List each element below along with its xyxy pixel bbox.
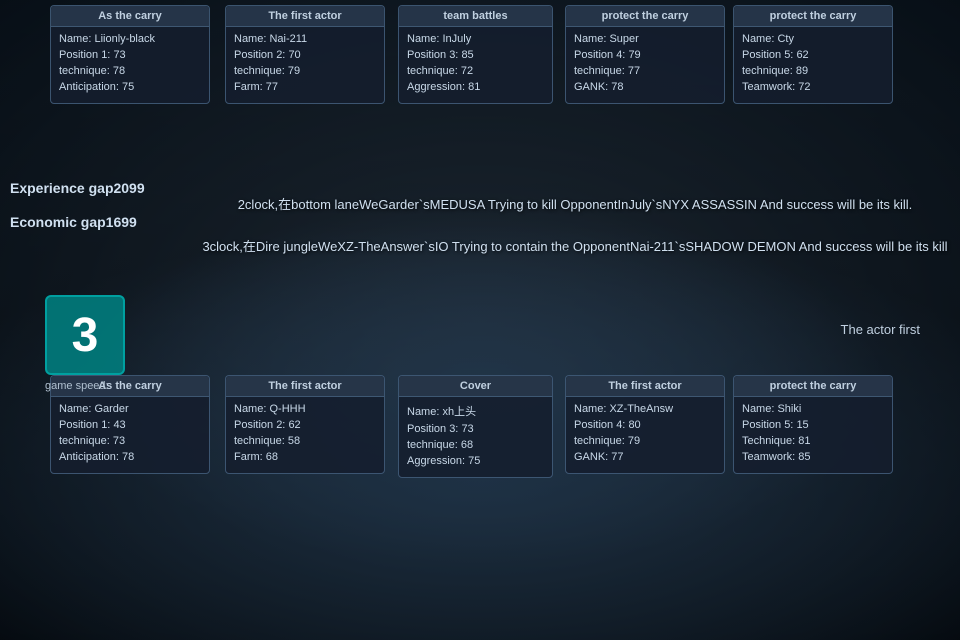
top-card-1-extra: Anticipation: 75 xyxy=(59,81,201,93)
bot-card-3-extra: Aggression: 75 xyxy=(407,455,544,467)
top-card-2-header: The first actor xyxy=(226,6,384,27)
bot-card-4-extra: GANK: 77 xyxy=(574,451,716,463)
top-card-2-extra: Farm: 77 xyxy=(234,81,376,93)
bot-card-5-header: protect the carry xyxy=(734,376,892,397)
top-card-4-extra: GANK: 78 xyxy=(574,81,716,93)
top-card-2-name: Name: Nai-211 xyxy=(234,33,376,45)
bot-card-2-pos: Position 2: 62 xyxy=(234,419,376,431)
top-card-5: protect the carry Name: Cty Position 5: … xyxy=(733,5,893,104)
bot-card-4-header: The first actor xyxy=(566,376,724,397)
top-card-4: protect the carry Name: Super Position 4… xyxy=(565,5,725,104)
bot-card-2-tech: technique: 58 xyxy=(234,435,376,447)
top-card-2-body: Name: Nai-211 Position 2: 70 technique: … xyxy=(226,27,384,103)
top-card-5-pos: Position 5: 62 xyxy=(742,49,884,61)
top-card-2: The first actor Name: Nai-211 Position 2… xyxy=(225,5,385,104)
bot-card-5-tech: Technique: 81 xyxy=(742,435,884,447)
speed-number: 3 xyxy=(72,308,99,363)
top-card-4-pos: Position 4: 79 xyxy=(574,49,716,61)
center-line1: 2clock,在bottom laneWeGarder`sMEDUSA Tryi… xyxy=(200,195,950,216)
top-card-3: team battles Name: InJuly Position 3: 85… xyxy=(398,5,553,104)
actor-first-text: The actor first xyxy=(841,320,920,340)
top-card-1-header: As the carry xyxy=(51,6,209,27)
bot-card-5: protect the carry Name: Shiki Position 5… xyxy=(733,375,893,474)
bot-card-4-body: Name: XZ-TheAnsw Position 4: 80 techniqu… xyxy=(566,397,724,473)
top-card-1: As the carry Name: Liionly-black Positio… xyxy=(50,5,210,104)
top-card-3-body: Name: InJuly Position 3: 85 technique: 7… xyxy=(399,27,552,103)
bot-card-5-body: Name: Shiki Position 5: 15 Technique: 81… xyxy=(734,397,892,473)
speed-label: game speed: xyxy=(45,380,109,392)
bot-card-1-body: Name: Garder Position 1: 43 technique: 7… xyxy=(51,397,209,473)
top-card-2-tech: technique: 79 xyxy=(234,65,376,77)
bot-card-5-name: Name: Shiki xyxy=(742,403,884,415)
bot-card-1-tech: technique: 73 xyxy=(59,435,201,447)
top-card-3-name: Name: InJuly xyxy=(407,33,544,45)
economic-gap: Economic gap1699 xyxy=(10,214,145,230)
bot-card-1-extra: Anticipation: 78 xyxy=(59,451,201,463)
bot-card-3-header: Cover xyxy=(399,376,552,397)
top-card-4-body: Name: Super Position 4: 79 technique: 77… xyxy=(566,27,724,103)
bot-card-2-header: The first actor xyxy=(226,376,384,397)
top-card-2-pos: Position 2: 70 xyxy=(234,49,376,61)
speed-box: 3 xyxy=(45,295,125,375)
bot-card-3-pos: Position 3: 73 xyxy=(407,423,544,435)
center-line2: 3clock,在Dire jungleWeXZ-TheAnswer`sIO Tr… xyxy=(200,237,950,258)
top-card-1-body: Name: Liionly-black Position 1: 73 techn… xyxy=(51,27,209,103)
top-card-5-tech: technique: 89 xyxy=(742,65,884,77)
bot-card-4-name: Name: XZ-TheAnsw xyxy=(574,403,716,415)
top-card-3-pos: Position 3: 85 xyxy=(407,49,544,61)
bot-card-1-pos: Position 1: 43 xyxy=(59,419,201,431)
bot-card-4-tech: technique: 79 xyxy=(574,435,716,447)
bot-card-2-name: Name: Q-HHH xyxy=(234,403,376,415)
top-card-5-header: protect the carry xyxy=(734,6,892,27)
bot-card-3-tech: technique: 68 xyxy=(407,439,544,451)
top-card-3-header: team battles xyxy=(399,6,552,27)
left-stats: Experience gap2099 Economic gap1699 xyxy=(10,180,145,248)
top-card-5-name: Name: Cty xyxy=(742,33,884,45)
bot-card-2-extra: Farm: 68 xyxy=(234,451,376,463)
top-card-4-tech: technique: 77 xyxy=(574,65,716,77)
bot-card-3-name: Name: xh上头 xyxy=(407,403,544,419)
top-card-4-header: protect the carry xyxy=(566,6,724,27)
bot-card-5-extra: Teamwork: 85 xyxy=(742,451,884,463)
top-card-3-tech: technique: 72 xyxy=(407,65,544,77)
top-card-1-name: Name: Liionly-black xyxy=(59,33,201,45)
bot-card-5-pos: Position 5: 15 xyxy=(742,419,884,431)
center-text-area: 2clock,在bottom laneWeGarder`sMEDUSA Tryi… xyxy=(200,195,950,257)
top-card-5-extra: Teamwork: 72 xyxy=(742,81,884,93)
top-card-4-name: Name: Super xyxy=(574,33,716,45)
bot-card-4: The first actor Name: XZ-TheAnsw Positio… xyxy=(565,375,725,474)
main-content: As the carry Name: Liionly-black Positio… xyxy=(0,0,960,640)
experience-gap: Experience gap2099 xyxy=(10,180,145,196)
top-card-1-pos: Position 1: 73 xyxy=(59,49,201,61)
bot-card-2-body: Name: Q-HHH Position 2: 62 technique: 58… xyxy=(226,397,384,473)
bot-card-4-pos: Position 4: 80 xyxy=(574,419,716,431)
bot-card-3-body: Name: xh上头 Position 3: 73 technique: 68 … xyxy=(399,397,552,477)
bot-card-2: The first actor Name: Q-HHH Position 2: … xyxy=(225,375,385,474)
bot-card-1-name: Name: Garder xyxy=(59,403,201,415)
top-card-3-extra: Aggression: 81 xyxy=(407,81,544,93)
bot-card-3: Cover Name: xh上头 Position 3: 73 techniqu… xyxy=(398,375,553,478)
top-card-1-tech: technique: 78 xyxy=(59,65,201,77)
top-card-5-body: Name: Cty Position 5: 62 technique: 89 T… xyxy=(734,27,892,103)
